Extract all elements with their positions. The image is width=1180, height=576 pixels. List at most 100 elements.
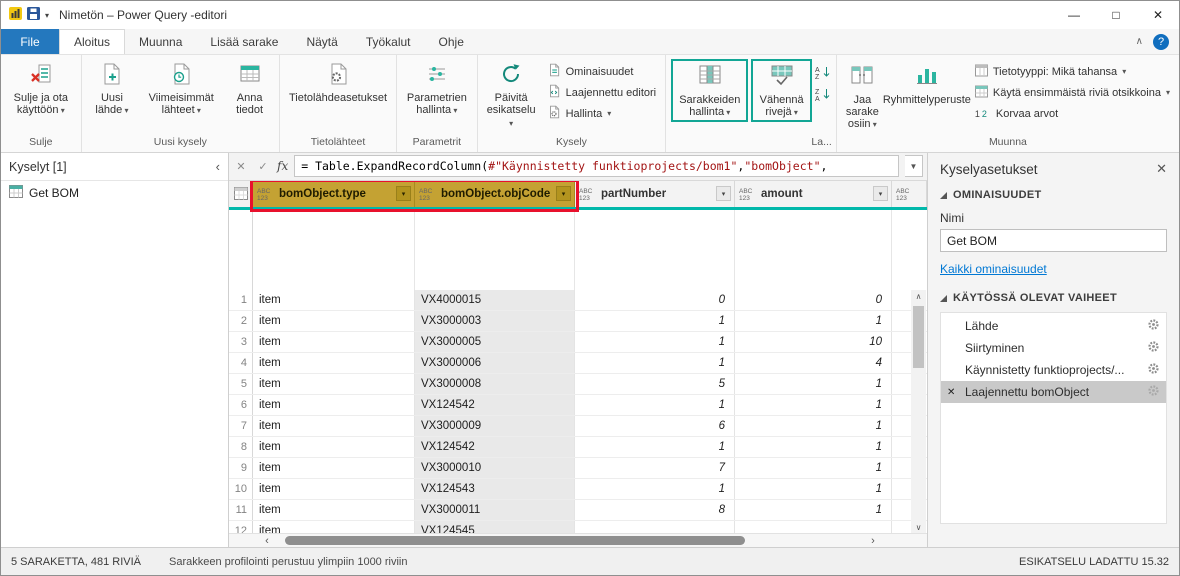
split-column-button[interactable]: Jaa sarake osiin	[842, 59, 883, 134]
row-number[interactable]: 1	[229, 290, 253, 310]
cell[interactable]	[575, 521, 735, 533]
column-header-partial[interactable]: ABC123	[892, 181, 927, 207]
step-settings-gear-icon[interactable]	[1147, 384, 1160, 400]
cell[interactable]: VX124545	[415, 521, 575, 533]
use-first-row-as-headers-button[interactable]: Käytä ensimmäistä riviä otsikkoina	[971, 82, 1174, 103]
group-by-button[interactable]: Ryhmittelyperuste	[886, 59, 968, 109]
tab-file[interactable]: File	[1, 29, 59, 54]
row-number[interactable]: 4	[229, 353, 253, 373]
vertical-scrollbar[interactable]: ∧ ∨	[911, 290, 926, 533]
filter-dropdown-icon[interactable]	[873, 186, 888, 201]
cell[interactable]: 1	[575, 395, 735, 415]
section-expand-icon[interactable]	[940, 192, 947, 199]
scroll-down-icon[interactable]: ∨	[911, 521, 926, 533]
tab-muunna[interactable]: Muunna	[125, 29, 196, 54]
cell[interactable]: 1	[575, 479, 735, 499]
cell[interactable]: VX3000006	[415, 353, 575, 373]
cell[interactable]: VX124542	[415, 437, 575, 457]
scroll-left-icon[interactable]: ‹	[259, 534, 275, 547]
cell[interactable]: item	[253, 416, 415, 436]
tab-tyokalut[interactable]: Työkalut	[352, 29, 425, 54]
cell[interactable]: VX3000003	[415, 311, 575, 331]
tab-lisaa-sarake[interactable]: Lisää sarake	[196, 29, 292, 54]
tab-ohje[interactable]: Ohje	[425, 29, 478, 54]
row-number[interactable]: 5	[229, 374, 253, 394]
cell[interactable]: 1	[735, 458, 892, 478]
cell[interactable]: 1	[735, 374, 892, 394]
cell[interactable]: item	[253, 521, 415, 533]
help-icon[interactable]: ?	[1153, 34, 1169, 50]
sort-ascending-icon[interactable]: AZ	[815, 65, 831, 83]
cell[interactable]: 1	[735, 500, 892, 520]
expand-formula-bar-icon[interactable]: ▼	[905, 155, 923, 177]
cell[interactable]: 1	[735, 311, 892, 331]
row-number[interactable]: 7	[229, 416, 253, 436]
cell[interactable]: item	[253, 458, 415, 478]
query-list-item[interactable]: Get BOM	[1, 181, 228, 205]
cell[interactable]: 0	[735, 290, 892, 310]
row-number[interactable]: 10	[229, 479, 253, 499]
step-settings-gear-icon[interactable]	[1147, 362, 1160, 378]
cell[interactable]: 1	[575, 353, 735, 373]
step-settings-gear-icon[interactable]	[1147, 340, 1160, 356]
properties-button[interactable]: Ominaisuudet	[543, 61, 661, 82]
formula-input[interactable]: = Table.ExpandRecordColumn(#"Käynnistett…	[294, 155, 899, 177]
close-panel-icon[interactable]: ✕	[1156, 161, 1167, 177]
column-header-bomobject-type[interactable]: ABC123 bomObject.type	[253, 181, 415, 207]
row-number[interactable]: 2	[229, 311, 253, 331]
horizontal-scrollbar[interactable]: ‹ ›	[229, 533, 927, 547]
cell[interactable]: 5	[575, 374, 735, 394]
cell[interactable]: VX3000008	[415, 374, 575, 394]
cell[interactable]: 6	[575, 416, 735, 436]
column-header-partnumber[interactable]: ABC123 partNumber	[575, 181, 735, 207]
maximize-button[interactable]: □	[1095, 1, 1137, 29]
cell[interactable]: 10	[735, 332, 892, 352]
row-number[interactable]: 9	[229, 458, 253, 478]
check-icon[interactable]: ✓	[255, 160, 271, 173]
cell[interactable]: item	[253, 290, 415, 310]
applied-step[interactable]: Käynnistetty funktioprojects/...	[941, 359, 1166, 381]
advanced-editor-button[interactable]: Laajennettu editori	[543, 82, 661, 103]
cell[interactable]: 7	[575, 458, 735, 478]
vertical-scroll-thumb[interactable]	[913, 306, 924, 368]
profiling-info[interactable]: Sarakkeen profilointi perustuu ylimpiin …	[169, 556, 407, 568]
data-source-settings-button[interactable]: Tietolähdeasetukset	[285, 59, 391, 107]
row-number[interactable]: 3	[229, 332, 253, 352]
scroll-right-icon[interactable]: ›	[865, 534, 881, 547]
row-number[interactable]: 6	[229, 395, 253, 415]
tab-nayta[interactable]: Näytä	[292, 29, 351, 54]
cell[interactable]: 1	[735, 395, 892, 415]
manage-query-button[interactable]: Hallinta	[543, 103, 661, 124]
cell[interactable]: 1	[735, 416, 892, 436]
qat-dropdown-icon[interactable]: ▾	[45, 11, 49, 20]
section-expand-icon[interactable]	[940, 295, 947, 302]
cell[interactable]: 1	[735, 479, 892, 499]
step-settings-gear-icon[interactable]	[1147, 318, 1160, 334]
cell[interactable]: VX3000010	[415, 458, 575, 478]
cell[interactable]: item	[253, 374, 415, 394]
reduce-rows-button[interactable]: Vähennä rivejä	[751, 59, 811, 122]
cell[interactable]: VX124542	[415, 395, 575, 415]
cell[interactable]: 0	[575, 290, 735, 310]
minimize-button[interactable]: —	[1053, 1, 1095, 29]
row-number[interactable]: 11	[229, 500, 253, 520]
tab-aloitus[interactable]: Aloitus	[59, 29, 125, 54]
manage-parameters-button[interactable]: Parametrien hallinta	[402, 59, 472, 120]
cell[interactable]: 1	[575, 311, 735, 331]
manage-columns-button[interactable]: Sarakkeiden hallinta	[671, 59, 748, 122]
row-number[interactable]: 12	[229, 521, 253, 533]
cancel-icon[interactable]: ✕	[233, 160, 249, 173]
cell[interactable]: item	[253, 500, 415, 520]
column-header-amount[interactable]: ABC123 amount	[735, 181, 892, 207]
filter-dropdown-icon[interactable]	[716, 186, 731, 201]
enter-data-button[interactable]: Anna tiedot	[225, 59, 274, 119]
applied-step-selected[interactable]: ✕ Laajennettu bomObject	[941, 381, 1166, 403]
horizontal-scroll-thumb[interactable]	[285, 536, 745, 545]
collapse-queries-icon[interactable]: ‹	[216, 159, 220, 174]
new-source-button[interactable]: Uusi lähde	[87, 59, 138, 120]
cell[interactable]: item	[253, 437, 415, 457]
all-properties-link[interactable]: Kaikki ominaisuudet	[940, 262, 1047, 276]
close-and-apply-button[interactable]: Sulje ja ota käyttöön	[6, 59, 76, 120]
sort-descending-icon[interactable]: ZA	[815, 87, 831, 105]
cell[interactable]: item	[253, 479, 415, 499]
